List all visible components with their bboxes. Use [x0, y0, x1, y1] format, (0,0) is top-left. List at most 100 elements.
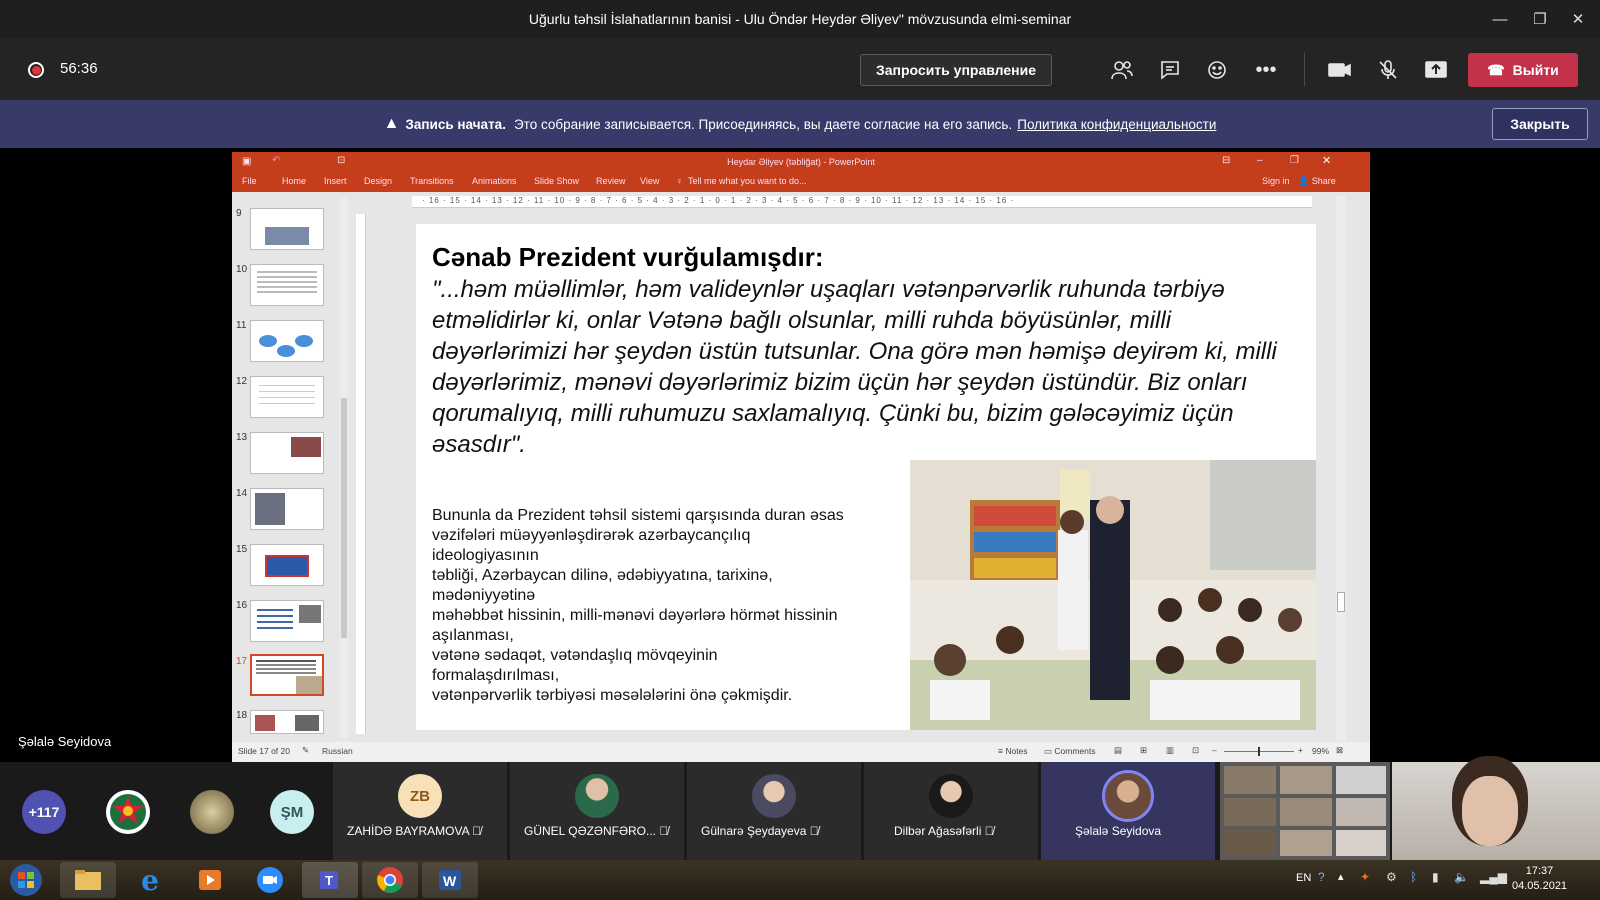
slideshow-view-icon[interactable]: ⊡	[1192, 745, 1199, 756]
undo-icon[interactable]: ↶	[272, 155, 280, 166]
restore-icon[interactable]: ❐	[1520, 0, 1560, 38]
tab-file[interactable]: File	[242, 176, 257, 186]
slide-thumbnail[interactable]	[250, 264, 324, 306]
slide-thumbnail[interactable]	[250, 376, 324, 418]
start-button-icon[interactable]	[0, 862, 52, 898]
fit-to-window-icon[interactable]: ⊠	[1336, 745, 1343, 756]
slide-sorter-icon[interactable]: ⊞	[1140, 745, 1147, 756]
notes-button[interactable]: ≡ Notes	[998, 746, 1028, 756]
gallery-video-grid[interactable]	[1220, 762, 1390, 860]
slide-thumbnail-selected[interactable]	[250, 654, 324, 696]
input-language[interactable]: EN	[1296, 872, 1311, 884]
ppt-close-icon[interactable]: ✕	[1322, 154, 1331, 167]
network-icon[interactable]: ⚙	[1386, 870, 1397, 884]
ppt-ribbon-tabs: File Home Insert Design Transitions Anim…	[232, 172, 1370, 192]
request-control-button[interactable]: Запросить управление	[860, 54, 1052, 86]
azerbaijan-emblem-avatar[interactable]	[106, 790, 150, 834]
more-options-icon[interactable]: •••	[1250, 55, 1282, 85]
slide-quote: "...həm müəllimlər, həm valideynlər uşaq…	[432, 276, 1277, 458]
svg-text:W: W	[443, 873, 457, 889]
tab-insert[interactable]: Insert	[324, 176, 347, 186]
volume-icon[interactable]: 🔈	[1454, 870, 1469, 884]
slide-thumbnail[interactable]	[250, 544, 324, 586]
sign-in-link[interactable]: Sign in	[1262, 176, 1290, 186]
bluetooth-icon[interactable]: ᛒ	[1410, 870, 1417, 884]
tab-transitions[interactable]: Transitions	[410, 176, 454, 186]
more-participants-badge[interactable]: +117	[22, 790, 66, 834]
start-slideshow-icon[interactable]: ⊡	[337, 155, 345, 166]
zoom-app-icon[interactable]	[242, 862, 298, 898]
thumb-number: 9	[236, 208, 242, 219]
slide-thumbnail[interactable]	[250, 208, 324, 250]
zoom-level: 99%	[1312, 746, 1330, 756]
close-banner-button[interactable]: Закрыть	[1492, 108, 1588, 140]
close-window-icon[interactable]: ✕	[1558, 0, 1598, 38]
zoom-in-icon[interactable]: +	[1298, 745, 1303, 755]
banner-title: Запись начата.	[405, 116, 506, 132]
microphone-muted-icon[interactable]	[1372, 55, 1404, 85]
participant-tile[interactable]: ZB ZAHİDƏ BAYRAMOVA 🎙̸	[333, 762, 507, 860]
zoom-out-icon[interactable]: –	[1212, 745, 1217, 755]
slide-scrollbar[interactable]	[1336, 196, 1346, 740]
share-button[interactable]: 👤 Share	[1298, 176, 1336, 187]
slide-thumbnail[interactable]	[250, 432, 324, 474]
window-title-bar: Uğurlu təhsil İslahatlarının banisi - Ul…	[0, 0, 1600, 38]
system-clock[interactable]: 17:37 04.05.2021	[1512, 864, 1567, 894]
teams-app-icon[interactable]: T	[302, 862, 358, 898]
tab-design[interactable]: Design	[364, 176, 392, 186]
leave-button[interactable]: ☎ Выйти	[1468, 53, 1578, 87]
help-icon[interactable]: ?	[1318, 870, 1325, 884]
mic-muted-icon: 🎙̸	[809, 824, 819, 838]
tray-expand-icon[interactable]: ▴	[1338, 870, 1344, 883]
privacy-policy-link[interactable]: Политика конфиденциальности	[1017, 117, 1216, 132]
participant-avatar: ZB	[398, 774, 442, 818]
participant-tile[interactable]: Dilbər Ağasəfərli 🎙̸	[864, 762, 1038, 860]
normal-view-icon[interactable]: ▤	[1114, 745, 1122, 756]
tab-slideshow[interactable]: Slide Show	[534, 176, 579, 186]
slide-thumbnail[interactable]	[250, 320, 324, 362]
word-icon[interactable]: W	[422, 862, 478, 898]
participant-tile[interactable]: Gülnarə Şeydayeva 🎙̸	[687, 762, 861, 860]
ribbon-options-icon[interactable]: ⊟	[1222, 155, 1230, 166]
participant-tile-speaking[interactable]: Şəlalə Seyidova	[1041, 762, 1215, 860]
participant-name: GÜNEL QƏZƏNFƏRO... 🎙̸	[524, 824, 669, 838]
file-explorer-icon[interactable]	[60, 862, 116, 898]
participant-sm-avatar[interactable]: ŞM	[270, 790, 314, 834]
tray-app-icon[interactable]: ✦	[1360, 870, 1370, 884]
media-player-icon[interactable]	[182, 862, 238, 898]
share-screen-icon[interactable]	[1420, 55, 1452, 85]
tab-view[interactable]: View	[640, 176, 659, 186]
zoom-slider[interactable]	[1224, 747, 1294, 756]
thumbnail-scrollbar[interactable]	[340, 198, 348, 738]
thumb-number-selected: 17	[236, 656, 248, 667]
slide-canvas[interactable]: Cənab Prezident vurğulamışdır: "...həm m…	[416, 224, 1316, 730]
slide-thumbnail[interactable]	[250, 600, 324, 642]
ppt-restore-icon[interactable]: ❐	[1290, 155, 1299, 166]
minimize-icon[interactable]: —	[1480, 0, 1520, 38]
ppt-minimize-icon[interactable]: –	[1257, 155, 1263, 166]
tab-home[interactable]: Home	[282, 176, 306, 186]
slide-thumbnail[interactable]	[250, 488, 324, 530]
participants-icon[interactable]	[1106, 55, 1138, 85]
comments-button[interactable]: ▭ Comments	[1044, 746, 1096, 757]
signal-icon[interactable]: ▂▄▆	[1480, 870, 1507, 884]
save-icon[interactable]: ▣	[242, 156, 251, 167]
reactions-icon[interactable]	[1202, 55, 1234, 85]
thumb-number: 14	[236, 488, 248, 499]
thumb-number: 10	[236, 264, 248, 275]
slide-thumbnail[interactable]	[250, 710, 324, 734]
chat-icon[interactable]	[1154, 55, 1186, 85]
camera-icon[interactable]	[1324, 55, 1356, 85]
chrome-icon[interactable]	[362, 862, 418, 898]
tab-review[interactable]: Review	[596, 176, 626, 186]
self-video-preview[interactable]	[1392, 762, 1600, 860]
tell-me-input[interactable]: Tell me what you want to do...	[688, 176, 807, 186]
battery-icon[interactable]: ▮	[1432, 870, 1439, 884]
tab-animations[interactable]: Animations	[472, 176, 517, 186]
reading-view-icon[interactable]: ▥	[1166, 745, 1174, 756]
participant-tile[interactable]: GÜNEL QƏZƏNFƏRO... 🎙̸	[510, 762, 684, 860]
internet-explorer-icon[interactable]: e	[122, 862, 178, 898]
participant-photo-avatar[interactable]	[190, 790, 234, 834]
spellcheck-icon[interactable]: ✎	[302, 745, 309, 756]
warning-icon: ▲	[383, 115, 400, 132]
